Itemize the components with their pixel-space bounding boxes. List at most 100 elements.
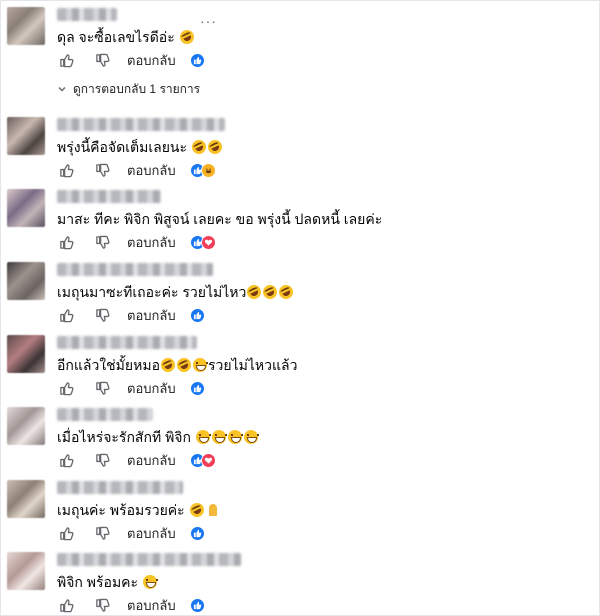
grin-emoji-icon: [192, 358, 208, 372]
avatar[interactable]: [7, 7, 45, 45]
grin-emoji-icon: [195, 430, 211, 444]
reaction-summary[interactable]: [189, 525, 205, 541]
dislike-icon[interactable]: [93, 161, 111, 179]
comment-text: เมถุนค่ะ พร้อมรวยค่ะ: [57, 500, 221, 520]
like-reaction-icon: [189, 307, 205, 323]
reaction-summary[interactable]: [189, 307, 205, 323]
reply-button[interactable]: ตอบกลับ: [127, 523, 176, 544]
reaction-summary[interactable]: [189, 52, 205, 68]
comment-actions: ตอบกลับ: [57, 51, 205, 69]
reaction-summary[interactable]: [189, 162, 216, 178]
comment-actions: ตอบกลับ: [57, 379, 205, 397]
haha-reaction-icon: [200, 162, 216, 178]
comment-text: ดุล จะซื้อเลขไรดีอ่ะ: [57, 27, 196, 47]
comment: เมื่อไหร่จะรักสักที พิจิก ตอบกลับ: [1, 405, 600, 477]
dislike-icon[interactable]: [93, 233, 111, 251]
reply-button[interactable]: ตอบกลับ: [127, 450, 176, 471]
comment: พิจิก พร้อมคะ ตอบกลับ: [1, 550, 600, 616]
like-icon[interactable]: [57, 596, 75, 614]
dislike-icon[interactable]: [93, 524, 111, 542]
comments-panel: ··· ดุล จะซื้อเลขไรดีอ่ะ ตอบกลับ ดูการตอ…: [0, 0, 600, 616]
like-reaction-icon: [189, 525, 205, 541]
comment: เมถุนค่ะ พร้อมรวยค่ะ ตอบกลับ: [1, 478, 600, 550]
reply-button[interactable]: ตอบกลับ: [127, 305, 176, 326]
comment-text: อีกแล้วใช่มั้ยหมอ รวยไม่ไหวแล้ว: [57, 355, 298, 375]
rofl-emoji-icon: [205, 137, 225, 157]
like-icon[interactable]: [57, 306, 75, 324]
comment-actions: ตอบกลับ: [57, 524, 205, 542]
reaction-summary[interactable]: [189, 380, 205, 396]
reaction-summary[interactable]: [189, 597, 205, 613]
comment-actions: ตอบกลับ: [57, 233, 216, 251]
comment-actions: ตอบกลับ: [57, 306, 205, 324]
reaction-summary[interactable]: [189, 234, 216, 250]
commenter-name-blurred[interactable]: [57, 118, 225, 131]
grin-emoji-icon: [243, 430, 259, 444]
view-replies-link[interactable]: ดูการตอบกลับ 1 รายการ: [57, 81, 200, 97]
rofl-emoji-icon: [174, 355, 194, 375]
commenter-name-blurred[interactable]: [57, 8, 117, 21]
comment: พรุ่งนี้คือจัดเต็มเลยนะ ตอบกลับ: [1, 115, 600, 187]
like-icon[interactable]: [57, 379, 75, 397]
rofl-emoji-icon: [187, 500, 206, 520]
avatar[interactable]: [7, 480, 45, 518]
rofl-emoji-icon: [189, 137, 209, 157]
more-options-icon[interactable]: ···: [200, 14, 217, 28]
comment-text: เมถุนมาซะทีเถอะค่ะ รวยไม่ไหว: [57, 282, 296, 302]
like-icon[interactable]: [57, 161, 75, 179]
rofl-emoji-icon: [158, 355, 178, 375]
dislike-icon[interactable]: [93, 306, 111, 324]
like-icon[interactable]: [57, 233, 75, 251]
reply-button[interactable]: ตอบกลับ: [127, 378, 176, 399]
grin-emoji-icon: [227, 430, 243, 444]
commenter-name-blurred[interactable]: [57, 481, 183, 494]
rofl-emoji-icon: [261, 282, 280, 302]
comment: ··· ดุล จะซื้อเลขไรดีอ่ะ ตอบกลับ: [1, 5, 600, 77]
like-reaction-icon: [189, 380, 205, 396]
avatar[interactable]: [7, 335, 45, 373]
comment: มาสะ ทีคะ พิจิก พิสูจน์ เลยคะ ขอ พรุ่งนี…: [1, 187, 600, 259]
avatar[interactable]: [7, 407, 45, 445]
commenter-name-blurred[interactable]: [57, 263, 213, 276]
avatar[interactable]: [7, 262, 45, 300]
comment-actions: ตอบกลับ: [57, 451, 216, 469]
rofl-emoji-icon: [245, 282, 264, 302]
love-reaction-icon: [200, 234, 216, 250]
commenter-name-blurred[interactable]: [57, 190, 161, 203]
reply-button[interactable]: ตอบกลับ: [127, 160, 176, 181]
commenter-name-blurred[interactable]: [57, 408, 153, 421]
dislike-icon[interactable]: [93, 451, 111, 469]
grin-emoji-icon: [211, 430, 227, 444]
dislike-icon[interactable]: [93, 51, 111, 69]
dislike-icon[interactable]: [93, 379, 111, 397]
comment-actions: ตอบกลับ: [57, 161, 216, 179]
commenter-name-blurred[interactable]: [57, 553, 241, 566]
reaction-summary[interactable]: [189, 452, 216, 468]
reply-button[interactable]: ตอบกลับ: [127, 595, 176, 616]
avatar[interactable]: [7, 117, 45, 155]
reply-button[interactable]: ตอบกลับ: [127, 50, 176, 71]
comment-actions: ตอบกลับ: [57, 596, 205, 614]
chevron-down-icon: [58, 87, 66, 92]
like-icon[interactable]: [57, 51, 75, 69]
commenter-name-blurred[interactable]: [57, 336, 197, 349]
dislike-icon[interactable]: [93, 596, 111, 614]
like-icon[interactable]: [57, 451, 75, 469]
avatar[interactable]: [7, 189, 45, 227]
avatar[interactable]: [7, 552, 45, 590]
grin-emoji-icon: [142, 575, 158, 589]
love-reaction-icon: [200, 452, 216, 468]
pray-emoji-icon: [206, 503, 220, 517]
like-reaction-icon: [189, 52, 205, 68]
comment: อีกแล้วใช่มั้ยหมอ รวยไม่ไหวแล้ว ตอบกลับ: [1, 333, 600, 405]
comment-text: พรุ่งนี้คือจัดเต็มเลยนะ: [57, 137, 225, 157]
comment-text: พิจิก พร้อมคะ: [57, 573, 158, 591]
rofl-emoji-icon: [177, 27, 196, 47]
rofl-emoji-icon: [277, 282, 296, 302]
comment-text: มาสะ ทีคะ พิจิก พิสูจน์ เลยคะ ขอ พรุ่งนี…: [57, 211, 383, 227]
comment: เมถุนมาซะทีเถอะค่ะ รวยไม่ไหว ตอบกลับ: [1, 260, 600, 332]
reply-button[interactable]: ตอบกลับ: [127, 232, 176, 253]
comment-text: เมื่อไหร่จะรักสักที พิจิก: [57, 428, 259, 446]
like-icon[interactable]: [57, 524, 75, 542]
like-reaction-icon: [189, 597, 205, 613]
